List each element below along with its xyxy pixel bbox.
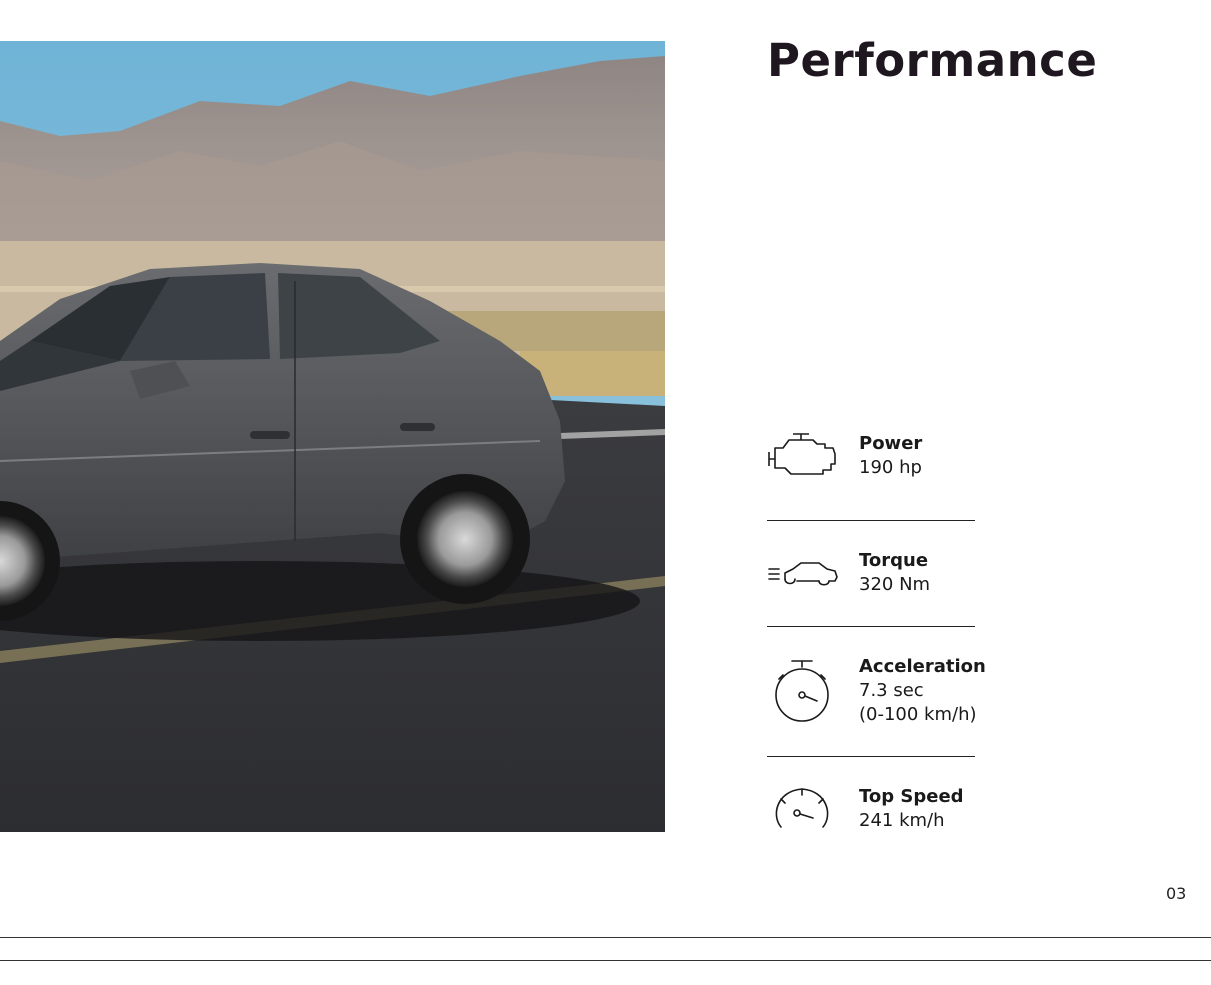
divider: [767, 756, 975, 757]
spec-value: 320 Nm: [859, 574, 931, 595]
spec-value: 241 km/h: [859, 810, 945, 831]
footer-rule-bottom: [0, 960, 1211, 961]
spec-label: Top Speed: [859, 786, 964, 807]
speedometer-icon: [767, 785, 839, 845]
spec-value: 7.3 sec: [859, 680, 924, 701]
engine-icon: [767, 432, 839, 492]
page-title: Performance: [767, 34, 1098, 87]
stopwatch-icon: [767, 655, 839, 722]
spec-label: Acceleration: [859, 656, 986, 677]
spec-value: 190 hp: [859, 457, 922, 478]
divider: [767, 520, 975, 521]
spec-label: Power: [859, 433, 923, 454]
spec-value-detail: (0-100 km/h): [859, 704, 977, 725]
divider: [767, 626, 975, 627]
car-speed-icon: [767, 549, 839, 609]
page-number: 03: [1166, 884, 1187, 903]
footer-rule-top: [0, 937, 1211, 938]
car-photo: [0, 41, 665, 832]
spec-label: Torque: [859, 550, 929, 571]
